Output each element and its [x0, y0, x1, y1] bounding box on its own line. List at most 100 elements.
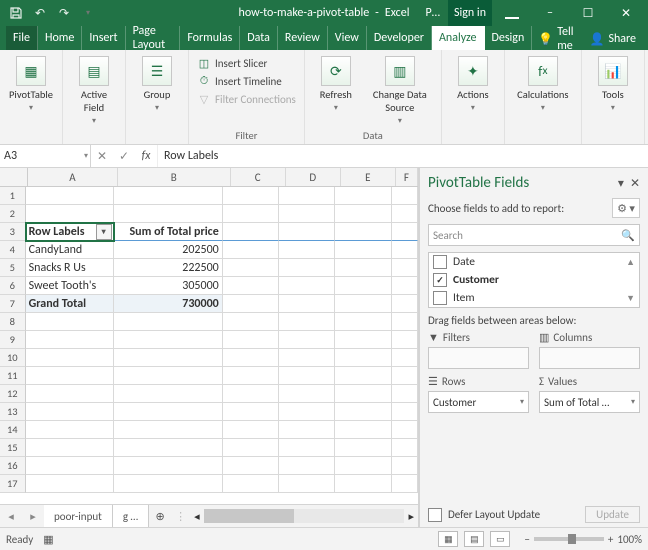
cell-B13[interactable] — [114, 403, 223, 421]
cell-C12[interactable] — [223, 385, 279, 403]
cell-F15[interactable] — [392, 439, 418, 457]
tab-analyze[interactable]: Analyze — [432, 26, 485, 50]
horizontal-scrollbar[interactable]: ◂▸ — [190, 509, 418, 523]
pane-options-icon[interactable]: ▾ — [618, 176, 624, 191]
checkbox-icon[interactable] — [433, 255, 447, 269]
cell-E9[interactable] — [335, 331, 391, 349]
cell-A13[interactable] — [26, 403, 114, 421]
values-drop-area[interactable]: Sum of Total …▾ — [539, 391, 640, 413]
cell-C8[interactable] — [223, 313, 279, 331]
row-header[interactable]: 3 — [0, 223, 26, 241]
cell-D5[interactable] — [279, 259, 335, 277]
group-button[interactable]: ☰Group▾ — [132, 52, 182, 113]
field-customer[interactable]: ✓Customer — [429, 271, 639, 289]
cell-F4[interactable] — [392, 241, 418, 259]
tab-design[interactable]: Design — [485, 26, 533, 50]
cell-E15[interactable] — [335, 439, 391, 457]
cell-E11[interactable] — [335, 367, 391, 385]
cell-C11[interactable] — [223, 367, 279, 385]
cell-F8[interactable] — [392, 313, 418, 331]
cell-A8[interactable] — [26, 313, 114, 331]
cell-C2[interactable] — [223, 205, 279, 223]
cell-C5[interactable] — [223, 259, 279, 277]
cell-B4[interactable]: 202500 — [114, 241, 223, 259]
tab-page-layout[interactable]: Page Layout — [126, 26, 181, 50]
sheet-tab-g[interactable]: g … — [113, 505, 149, 527]
cell-D8[interactable] — [279, 313, 335, 331]
row-header[interactable]: 8 — [0, 313, 26, 331]
cell-F9[interactable] — [392, 331, 418, 349]
cell-A1[interactable] — [26, 187, 114, 205]
field-item[interactable]: Item▼ — [429, 289, 639, 307]
cell-C16[interactable] — [223, 457, 279, 475]
cell-A5[interactable]: Snacks R Us — [26, 259, 114, 277]
cell-D4[interactable] — [279, 241, 335, 259]
zoom-in-button[interactable]: + — [608, 533, 613, 546]
cell-B3[interactable]: Sum of Total price — [114, 223, 223, 241]
cell-D16[interactable] — [279, 457, 335, 475]
cell-B12[interactable] — [114, 385, 223, 403]
columns-drop-area[interactable] — [539, 347, 640, 369]
refresh-button[interactable]: ⟳Refresh▾ — [311, 52, 361, 113]
view-page-layout-button[interactable]: ▤ — [464, 531, 484, 547]
zoom-control[interactable]: − + 100% — [524, 533, 642, 546]
cell-E12[interactable] — [335, 385, 391, 403]
filter-dropdown-icon[interactable]: ▾ — [96, 224, 112, 240]
row-header[interactable]: 11 — [0, 367, 26, 385]
pivottable-button[interactable]: ▦PivotTable▾ — [6, 52, 56, 113]
cell-B7[interactable]: 730000 — [114, 295, 223, 313]
cell-E8[interactable] — [335, 313, 391, 331]
row-header[interactable]: 13 — [0, 403, 26, 421]
view-page-break-button[interactable]: ▭ — [490, 531, 510, 547]
row-header[interactable]: 14 — [0, 421, 26, 439]
cell-D13[interactable] — [279, 403, 335, 421]
name-box[interactable]: A3▾ — [0, 145, 91, 167]
cell-E6[interactable] — [335, 277, 391, 295]
cell-D7[interactable] — [279, 295, 335, 313]
cell-C1[interactable] — [223, 187, 279, 205]
cell-F11[interactable] — [392, 367, 418, 385]
cell-F10[interactable] — [392, 349, 418, 367]
cell-C6[interactable] — [223, 277, 279, 295]
cell-A3[interactable]: Row Labels▾ — [26, 223, 114, 241]
cell-A6[interactable]: Sweet Tooth's — [26, 277, 114, 295]
cell-F3[interactable] — [392, 223, 418, 241]
share-button[interactable]: 👤Share — [583, 28, 642, 50]
cell-A17[interactable] — [26, 475, 114, 493]
cell-B17[interactable] — [114, 475, 223, 493]
cell-F17[interactable] — [392, 475, 418, 493]
rows-drop-area[interactable]: Customer▾ — [428, 391, 529, 413]
new-sheet-button[interactable]: ⊕ — [149, 510, 171, 523]
tab-formulas[interactable]: Formulas — [180, 26, 240, 50]
tab-view[interactable]: View — [328, 26, 367, 50]
cell-C14[interactable] — [223, 421, 279, 439]
cell-F14[interactable] — [392, 421, 418, 439]
col-header-c[interactable]: C — [231, 168, 286, 186]
cell-D15[interactable] — [279, 439, 335, 457]
row-header[interactable]: 1 — [0, 187, 26, 205]
cell-B15[interactable] — [114, 439, 223, 457]
row-header[interactable]: 15 — [0, 439, 26, 457]
cell-A4[interactable]: CandyLand — [26, 241, 114, 259]
cell-D12[interactable] — [279, 385, 335, 403]
cell-A10[interactable] — [26, 349, 114, 367]
cell-C3[interactable] — [223, 223, 279, 241]
row-header[interactable]: 16 — [0, 457, 26, 475]
filters-drop-area[interactable] — [428, 347, 529, 369]
cell-B11[interactable] — [114, 367, 223, 385]
cell-C9[interactable] — [223, 331, 279, 349]
cell-B16[interactable] — [114, 457, 223, 475]
cell-F1[interactable] — [392, 187, 418, 205]
cell-D3[interactable] — [279, 223, 335, 241]
cell-E1[interactable] — [335, 187, 391, 205]
actions-button[interactable]: ✦Actions▾ — [448, 52, 498, 113]
cell-C10[interactable] — [223, 349, 279, 367]
cell-B5[interactable]: 222500 — [114, 259, 223, 277]
tab-home[interactable]: Home — [38, 26, 82, 50]
cell-B8[interactable] — [114, 313, 223, 331]
close-icon[interactable]: ✕ — [608, 0, 644, 26]
cell-E2[interactable] — [335, 205, 391, 223]
cell-F12[interactable] — [392, 385, 418, 403]
cell-D10[interactable] — [279, 349, 335, 367]
cell-E16[interactable] — [335, 457, 391, 475]
